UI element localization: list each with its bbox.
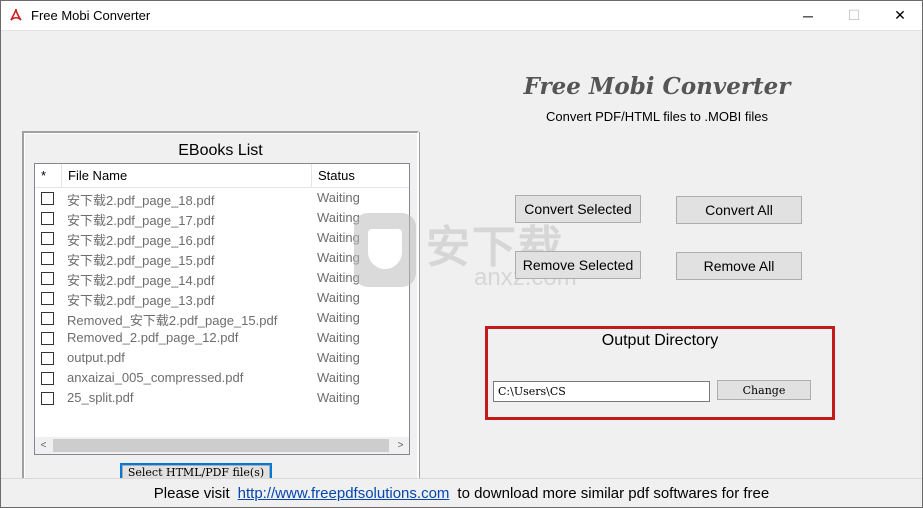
close-button[interactable]: ✕ bbox=[877, 0, 923, 31]
scrollbar-thumb[interactable] bbox=[53, 439, 389, 452]
minimize-button[interactable]: ─ bbox=[785, 0, 831, 31]
list-item[interactable]: 安下载2.pdf_page_15.pdf Waiting bbox=[35, 248, 409, 268]
file-status: Waiting bbox=[317, 230, 360, 245]
row-checkbox[interactable] bbox=[41, 372, 54, 385]
file-name: 安下载2.pdf_page_15.pdf bbox=[67, 253, 215, 268]
file-name: 安下载2.pdf_page_17.pdf bbox=[67, 213, 215, 228]
file-status: Waiting bbox=[317, 370, 360, 385]
remove-all-button[interactable]: Remove All bbox=[676, 252, 802, 280]
footer-prefix: Please visit bbox=[153, 485, 230, 502]
horizontal-scrollbar[interactable]: < > bbox=[35, 437, 409, 454]
footer-bar: Please visit http://www.freepdfsolutions… bbox=[0, 478, 923, 508]
output-path-input[interactable] bbox=[493, 381, 710, 402]
file-name: 安下载2.pdf_page_18.pdf bbox=[67, 193, 215, 208]
row-checkbox[interactable] bbox=[41, 232, 54, 245]
file-status: Waiting bbox=[317, 310, 360, 325]
title-bar: Free Mobi Converter ─ ☐ ✕ bbox=[0, 0, 923, 31]
file-name: 安下载2.pdf_page_16.pdf bbox=[67, 233, 215, 248]
file-status: Waiting bbox=[317, 250, 360, 265]
column-header-check[interactable]: * bbox=[35, 164, 62, 188]
list-item[interactable]: 安下载2.pdf_page_17.pdf Waiting bbox=[35, 208, 409, 228]
list-item[interactable]: 安下载2.pdf_page_14.pdf Waiting bbox=[35, 268, 409, 288]
row-checkbox[interactable] bbox=[41, 312, 54, 325]
row-checkbox[interactable] bbox=[41, 292, 54, 305]
pdf-app-icon bbox=[10, 8, 22, 21]
file-name: 安下载2.pdf_page_14.pdf bbox=[67, 273, 215, 288]
ebooks-listview[interactable]: * File Name Status 安下载2.pdf_page_18.pdf W… bbox=[34, 163, 410, 455]
file-status: Waiting bbox=[317, 330, 360, 345]
column-header-file-name[interactable]: File Name bbox=[62, 164, 312, 188]
maximize-button[interactable]: ☐ bbox=[831, 0, 877, 31]
change-directory-button[interactable]: Change bbox=[717, 380, 811, 400]
ebooks-group: EBooks List * File Name Status 安下载2.pdf_… bbox=[22, 131, 419, 491]
list-item[interactable]: Removed_2.pdf_page_12.pdf Waiting bbox=[35, 328, 409, 348]
row-checkbox[interactable] bbox=[41, 212, 54, 225]
file-name: Removed_安下载2.pdf_page_15.pdf bbox=[67, 313, 278, 328]
listview-rows: 安下载2.pdf_page_18.pdf Waiting 安下载2.pdf_page… bbox=[35, 188, 409, 408]
file-status: Waiting bbox=[317, 210, 360, 225]
list-item[interactable]: 25_split.pdf Waiting bbox=[35, 388, 409, 408]
file-name: output.pdf bbox=[67, 350, 125, 365]
remove-selected-button[interactable]: Remove Selected bbox=[515, 251, 641, 279]
file-status: Waiting bbox=[317, 190, 360, 205]
scroll-right-arrow-icon[interactable]: > bbox=[392, 437, 409, 454]
file-name: anxaizai_005_compressed.pdf bbox=[67, 370, 244, 385]
ebooks-list-title: EBooks List bbox=[178, 142, 263, 159]
output-directory-box: Output Directory Change bbox=[485, 326, 835, 420]
row-checkbox[interactable] bbox=[41, 272, 54, 285]
file-name: Removed_2.pdf_page_12.pdf bbox=[67, 330, 239, 345]
list-item[interactable]: anxaizai_005_compressed.pdf Waiting bbox=[35, 368, 409, 388]
footer-suffix: to download more similar pdf softwares f… bbox=[457, 485, 770, 502]
output-directory-title: Output Directory bbox=[601, 332, 719, 349]
file-name: 25_split.pdf bbox=[67, 390, 134, 405]
website-link[interactable]: http://www.freepdfsolutions.com bbox=[238, 485, 450, 502]
file-status: Waiting bbox=[317, 270, 360, 285]
file-status: Waiting bbox=[317, 390, 360, 405]
list-item[interactable]: 安下载2.pdf_page_16.pdf Waiting bbox=[35, 228, 409, 248]
file-status: Waiting bbox=[317, 290, 360, 305]
app-subtitle: Convert PDF/HTML files to .MOBI files bbox=[545, 109, 768, 124]
main-panel: EBooks List * File Name Status 安下载2.pdf_… bbox=[0, 31, 923, 491]
list-item[interactable]: Removed_安下载2.pdf_page_15.pdf Waiting bbox=[35, 308, 409, 328]
row-checkbox[interactable] bbox=[41, 252, 54, 265]
row-checkbox[interactable] bbox=[41, 352, 54, 365]
row-checkbox[interactable] bbox=[41, 332, 54, 345]
file-status: Waiting bbox=[317, 350, 360, 365]
scroll-left-arrow-icon[interactable]: < bbox=[35, 437, 52, 454]
window-title: Free Mobi Converter bbox=[31, 8, 151, 23]
row-checkbox[interactable] bbox=[41, 392, 54, 405]
row-checkbox[interactable] bbox=[41, 192, 54, 205]
list-item[interactable]: output.pdf Waiting bbox=[35, 348, 409, 368]
app-heading: Free Mobi Converter bbox=[523, 73, 791, 100]
list-item[interactable]: 安下载2.pdf_page_18.pdf Waiting bbox=[35, 188, 409, 208]
convert-selected-button[interactable]: Convert Selected bbox=[515, 195, 641, 223]
listview-header: * File Name Status bbox=[35, 164, 409, 188]
convert-all-button[interactable]: Convert All bbox=[676, 196, 802, 224]
list-item[interactable]: 安下载2.pdf_page_13.pdf Waiting bbox=[35, 288, 409, 308]
column-header-status[interactable]: Status bbox=[312, 164, 409, 188]
file-name: 安下载2.pdf_page_13.pdf bbox=[67, 293, 215, 308]
